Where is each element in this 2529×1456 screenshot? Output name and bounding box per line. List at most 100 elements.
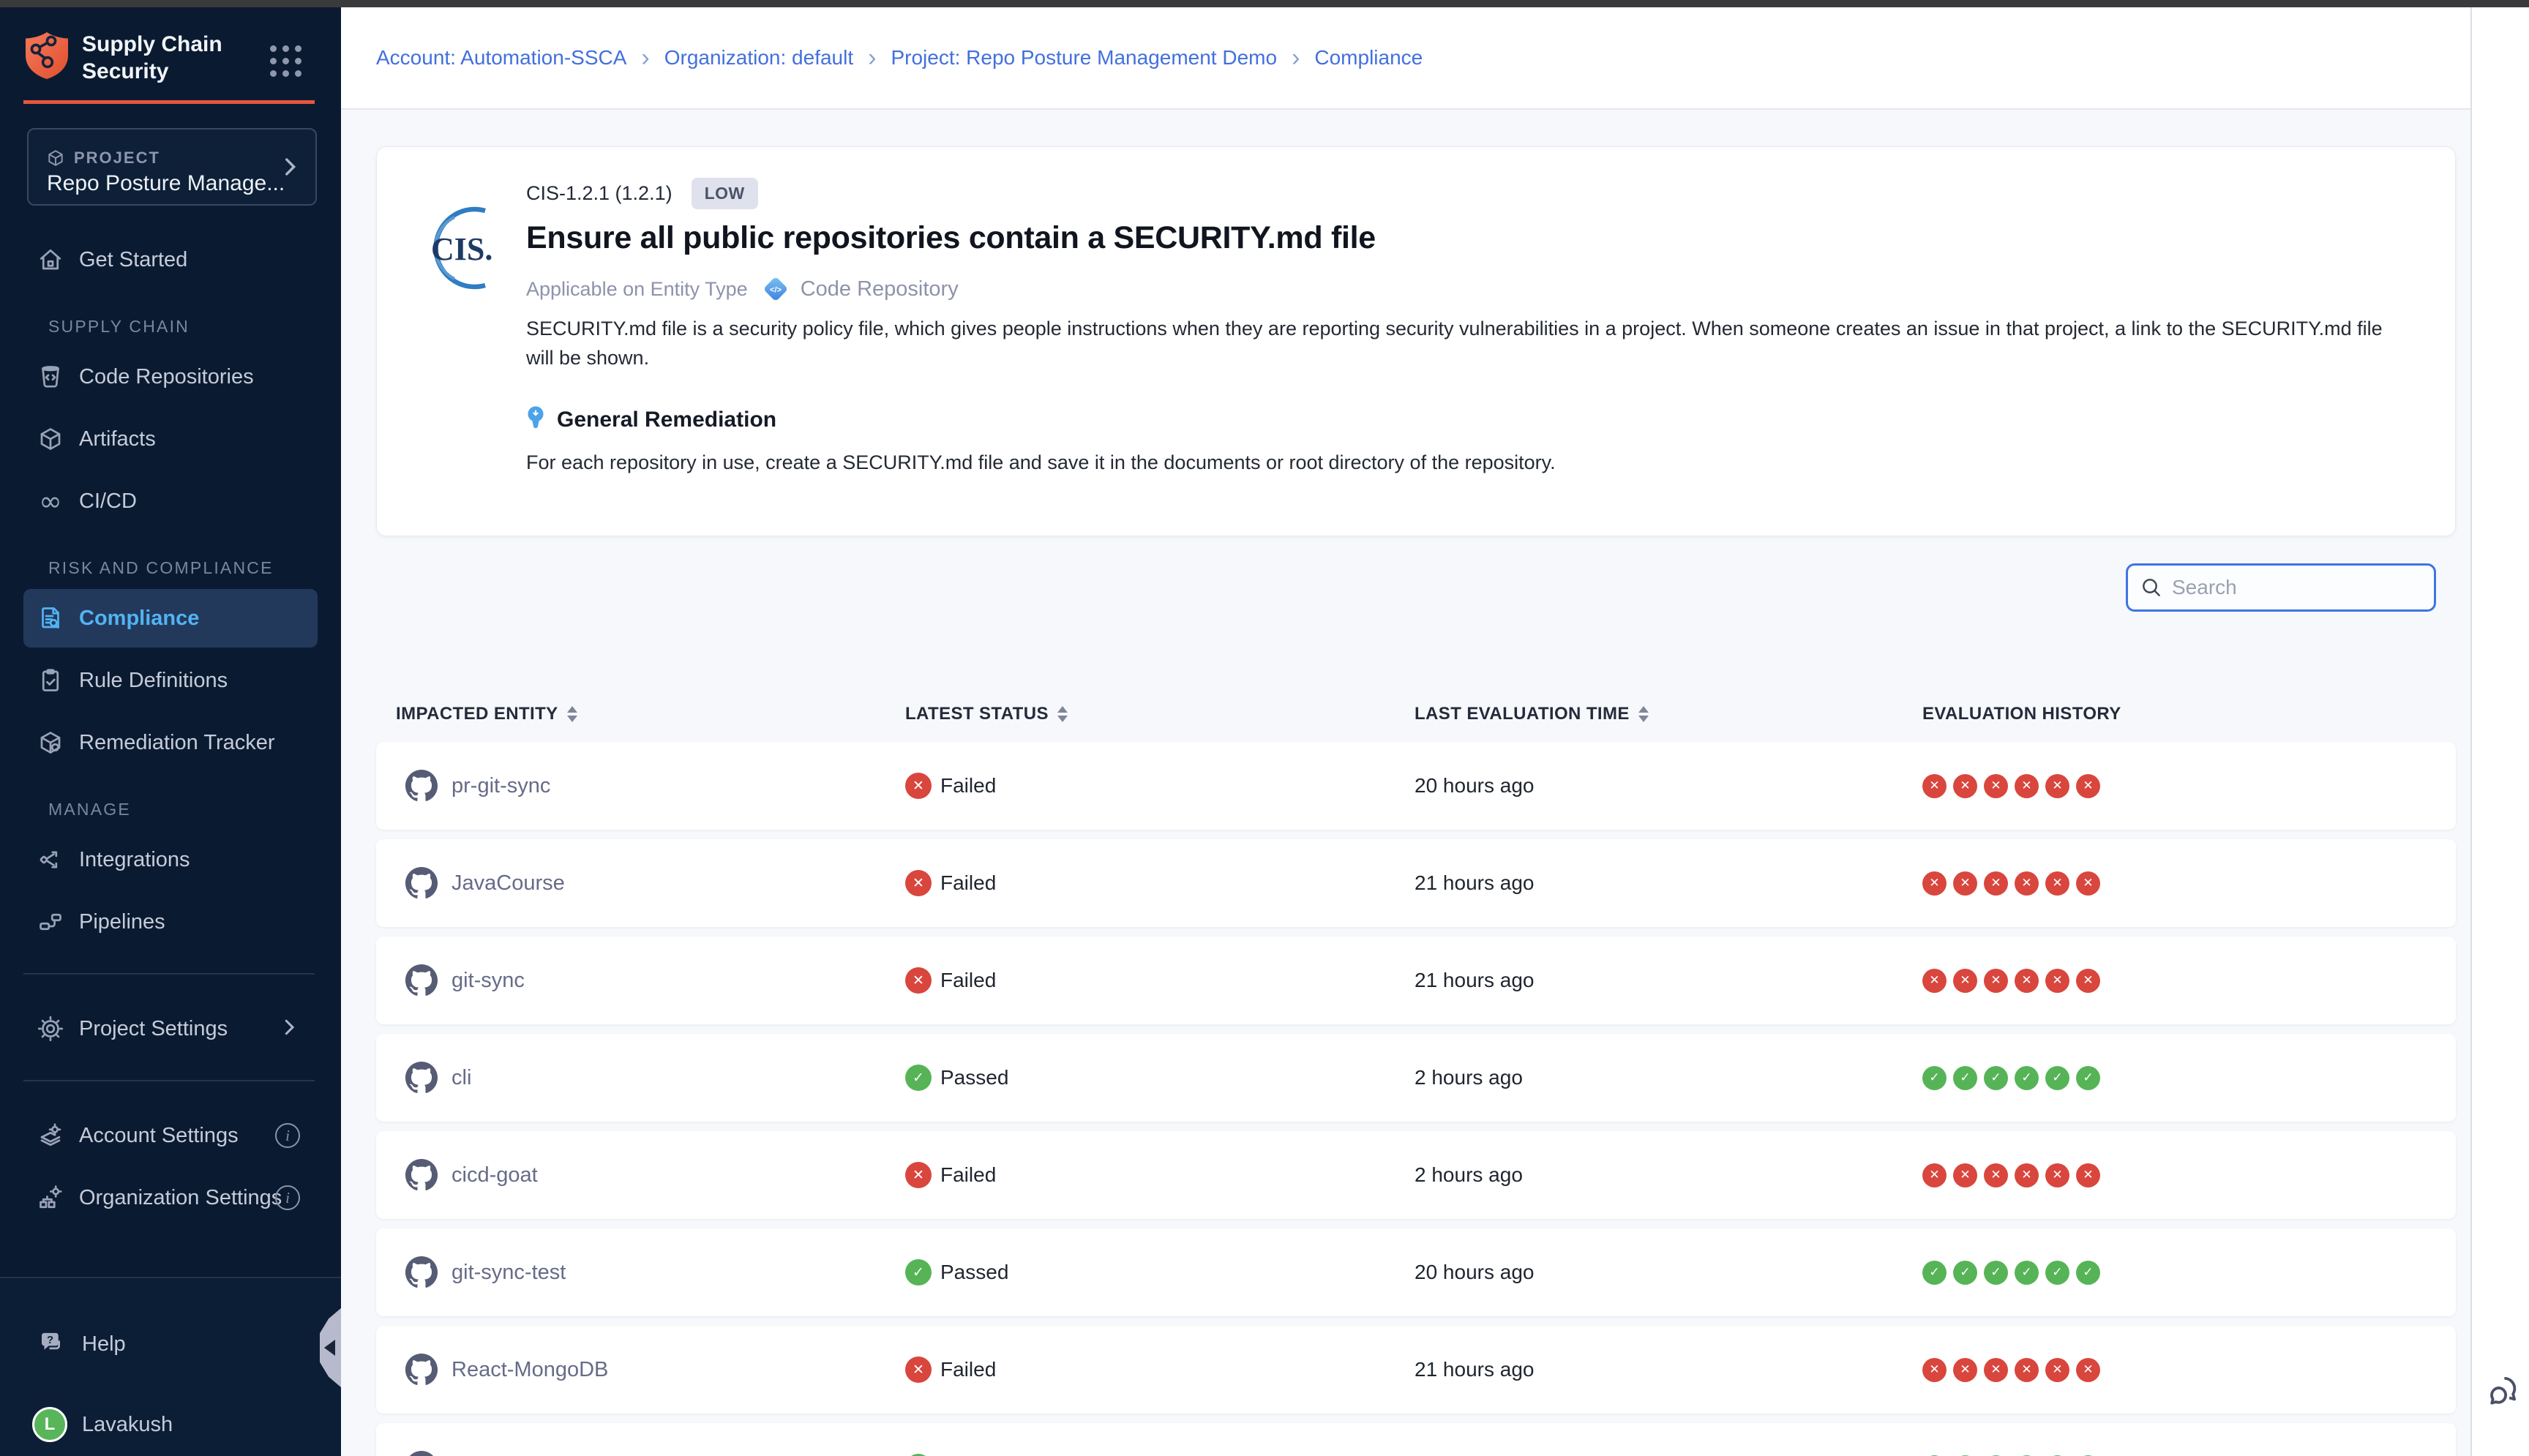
entity-name-link[interactable]: cli xyxy=(452,1066,471,1090)
cis-logo: CIS. xyxy=(409,198,509,301)
sidebar-item-account-settings[interactable]: Account Settingsi xyxy=(23,1106,318,1165)
column-header-impacted-entity[interactable]: IMPACTED ENTITY xyxy=(396,704,577,724)
table-row[interactable]: git-sync✕Failed21 hours ago✕✕✕✕✕✕ xyxy=(376,937,2456,1024)
check-circle-icon: ✓ xyxy=(1922,1066,1947,1090)
entity-name-link[interactable]: git-sync xyxy=(452,969,525,993)
x-circle-icon: ✕ xyxy=(2076,871,2100,896)
remediation-title: General Remediation xyxy=(557,408,776,432)
sort-icon[interactable] xyxy=(567,706,577,722)
table-row[interactable]: cli✓Passed2 hours ago✓✓✓✓✓✓ xyxy=(376,1034,2456,1122)
check-circle-icon: ✓ xyxy=(2076,1261,2100,1285)
column-header-latest-status[interactable]: LATEST STATUS xyxy=(905,704,1068,724)
sidebar-footer-nav: Project Settings xyxy=(0,999,341,1058)
entity-type-link[interactable]: Code Repository xyxy=(801,277,959,301)
check-circle-icon: ✓ xyxy=(1984,1066,2008,1090)
sidebar-item-rule-definitions[interactable]: Rule Definitions xyxy=(23,651,318,710)
table-row[interactable]: ✓✓✓✓✓✓✓ xyxy=(376,1423,2456,1456)
status-label: Failed xyxy=(940,871,996,895)
x-circle-icon: ✕ xyxy=(1922,1163,1947,1187)
github-icon xyxy=(405,769,438,803)
project-selector[interactable]: PROJECT Repo Posture Manage... xyxy=(27,128,317,206)
rule-title: Ensure all public repositories contain a… xyxy=(526,220,1376,256)
table-row[interactable]: git-sync-test✓Passed20 hours ago✓✓✓✓✓✓ xyxy=(376,1228,2456,1316)
entity-name-link[interactable]: cicd-goat xyxy=(452,1163,538,1187)
sidebar-item-integrations[interactable]: Integrations xyxy=(23,830,318,889)
check-circle-icon: ✓ xyxy=(905,1259,932,1286)
evaluation-history: ✓✓✓✓✓✓ xyxy=(1922,1423,2107,1456)
evaluation-history: ✕✕✕✕✕✕ xyxy=(1922,1326,2107,1414)
sort-icon[interactable] xyxy=(1057,706,1068,722)
x-circle-icon: ✕ xyxy=(2076,1358,2100,1382)
x-circle-icon: ✕ xyxy=(1984,1358,2008,1382)
applicable-entity-row: Applicable on Entity Type </> Code Repos… xyxy=(526,274,959,304)
breadcrumb-link-4[interactable]: Compliance xyxy=(1314,46,1423,70)
table-row[interactable]: pr-git-sync✕Failed20 hours ago✕✕✕✕✕✕ xyxy=(376,742,2456,830)
evaluation-history: ✕✕✕✕✕✕ xyxy=(1922,1131,2107,1219)
info-icon[interactable]: i xyxy=(275,1123,300,1148)
check-circle-icon: ✓ xyxy=(2015,1066,2039,1090)
status-label: Failed xyxy=(940,969,996,992)
search-input[interactable] xyxy=(2172,576,2422,599)
rule-id: CIS-1.2.1 (1.2.1) xyxy=(526,182,672,205)
gear-icon xyxy=(37,1015,64,1043)
sidebar-item-artifacts[interactable]: Artifacts xyxy=(23,410,318,468)
chevron-right-icon xyxy=(278,1016,300,1042)
github-icon xyxy=(405,1450,438,1456)
app-switcher-grid-icon[interactable] xyxy=(270,45,301,77)
sidebar-item-remediation-tracker[interactable]: Remediation Tracker xyxy=(23,713,318,772)
sidebar-item-help[interactable]: ? Help xyxy=(23,1315,318,1373)
rule-id-row: CIS-1.2.1 (1.2.1) LOW xyxy=(526,178,758,209)
status-label: Failed xyxy=(940,774,996,798)
status-label: Failed xyxy=(940,1163,996,1187)
x-circle-icon: ✕ xyxy=(1984,1163,2008,1187)
x-circle-icon: ✕ xyxy=(2045,774,2069,798)
table-row[interactable]: cicd-goat✕Failed2 hours ago✕✕✕✕✕✕ xyxy=(376,1131,2456,1219)
sidebar-item-pipelines[interactable]: Pipelines xyxy=(23,893,318,951)
sidebar-item-project-settings[interactable]: Project Settings xyxy=(23,999,318,1058)
avatar: L xyxy=(32,1407,67,1442)
info-icon[interactable]: i xyxy=(275,1185,300,1210)
evaluation-history: ✓✓✓✓✓✓ xyxy=(1922,1034,2107,1122)
column-header-last-evaluation-time[interactable]: LAST EVALUATION TIME xyxy=(1415,704,1649,724)
breadcrumb-link-3[interactable]: Project: Repo Posture Management Demo xyxy=(891,46,1277,70)
column-header-label: IMPACTED ENTITY xyxy=(396,704,558,724)
entity-name-link[interactable]: pr-git-sync xyxy=(452,774,550,798)
sidebar-item-code-repositories[interactable]: Code Repositories xyxy=(23,348,318,406)
table-header: IMPACTED ENTITY LATEST STATUS LAST EVALUAT… xyxy=(376,697,2456,738)
entity-name-link[interactable]: git-sync-test xyxy=(452,1261,566,1285)
nav-section-label: SUPPLY CHAIN xyxy=(48,317,341,339)
sidebar-item-ci-cd[interactable]: ∞CI/CD xyxy=(23,472,318,530)
user-name: Lavakush xyxy=(82,1413,173,1437)
github-icon xyxy=(405,964,438,997)
x-circle-icon: ✕ xyxy=(2015,1358,2039,1382)
home-icon xyxy=(37,246,64,274)
svg-text:CIS.: CIS. xyxy=(431,231,492,267)
chat-support-icon[interactable] xyxy=(2482,1373,2522,1416)
breadcrumb-link-2[interactable]: Organization: default xyxy=(664,46,853,70)
entity-name-link[interactable]: React-MongoDB xyxy=(452,1358,608,1382)
search-icon xyxy=(2140,576,2163,599)
brand-divider xyxy=(23,100,315,104)
table-row[interactable]: JavaCourse✕Failed21 hours ago✕✕✕✕✕✕ xyxy=(376,839,2456,927)
check-circle-icon: ✓ xyxy=(905,1065,932,1091)
x-circle-icon: ✕ xyxy=(1953,1163,1977,1187)
project-cube-icon xyxy=(46,149,65,171)
last-evaluation-time: 20 hours ago xyxy=(1415,774,1534,798)
sidebar-item-get-started[interactable]: Get Started xyxy=(23,230,318,289)
breadcrumb-link-1[interactable]: Account: Automation-SSCA xyxy=(376,46,626,70)
table-row[interactable]: React-MongoDB✕Failed21 hours ago✕✕✕✕✕✕ xyxy=(376,1326,2456,1414)
entity-name-link[interactable]: JavaCourse xyxy=(452,871,565,896)
chevron-left-icon xyxy=(324,1340,335,1356)
sidebar-item-organization-settings[interactable]: Organization Settingsi xyxy=(23,1168,318,1227)
sort-icon[interactable] xyxy=(1638,706,1649,722)
user-menu[interactable]: L Lavakush xyxy=(23,1395,318,1454)
chevron-right-icon xyxy=(277,154,302,183)
sidebar-item-label: Rule Definitions xyxy=(79,669,228,693)
last-evaluation-time: 21 hours ago xyxy=(1415,969,1534,992)
x-circle-icon: ✕ xyxy=(2076,774,2100,798)
evaluation-history: ✕✕✕✕✕✕ xyxy=(1922,937,2107,1024)
sidebar-item-compliance[interactable]: Compliance xyxy=(23,589,318,648)
remediation-text: For each repository in use, create a SEC… xyxy=(526,451,1556,474)
check-circle-icon: ✓ xyxy=(1953,1066,1977,1090)
x-circle-icon: ✕ xyxy=(2045,871,2069,896)
